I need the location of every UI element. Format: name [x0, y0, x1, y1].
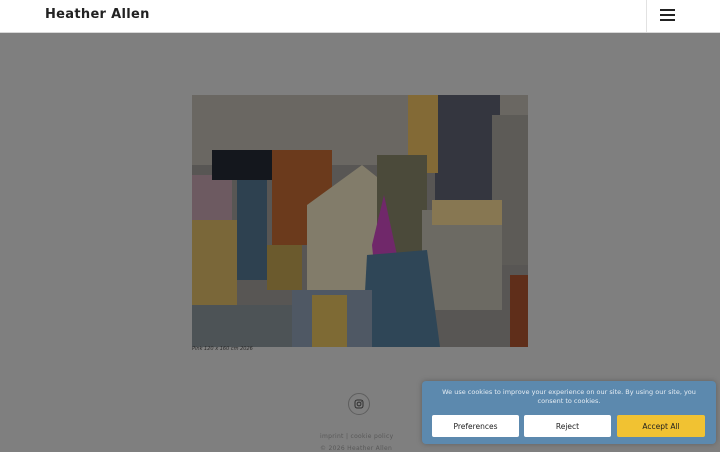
reject-button[interactable]: Reject — [524, 415, 611, 437]
cookie-consent-banner: We use cookies to improve your experienc… — [422, 381, 716, 444]
footer-separator: | — [345, 433, 349, 440]
cookie-message: We use cookies to improve your experienc… — [442, 388, 696, 405]
site-title[interactable]: Heather Allen — [45, 7, 150, 22]
artwork-caption: Pink 120 x 160 cm 2026 — [192, 346, 253, 352]
instagram-glyph — [354, 399, 364, 409]
accept-all-button[interactable]: Accept All — [617, 415, 705, 437]
site-header: Heather Allen — [0, 0, 720, 33]
artwork-image — [192, 95, 528, 347]
instagram-icon[interactable] — [348, 393, 370, 415]
hamburger-menu-icon[interactable] — [660, 9, 675, 23]
imprint-link[interactable]: imprint — [320, 433, 344, 440]
header-divider — [646, 0, 647, 32]
copyright-text: © 2026 Heather Allen — [320, 445, 393, 452]
footer-links: imprint | cookie policy — [320, 433, 393, 440]
cookie-policy-link[interactable]: cookie policy — [350, 433, 393, 440]
preferences-button[interactable]: Preferences — [432, 415, 519, 437]
